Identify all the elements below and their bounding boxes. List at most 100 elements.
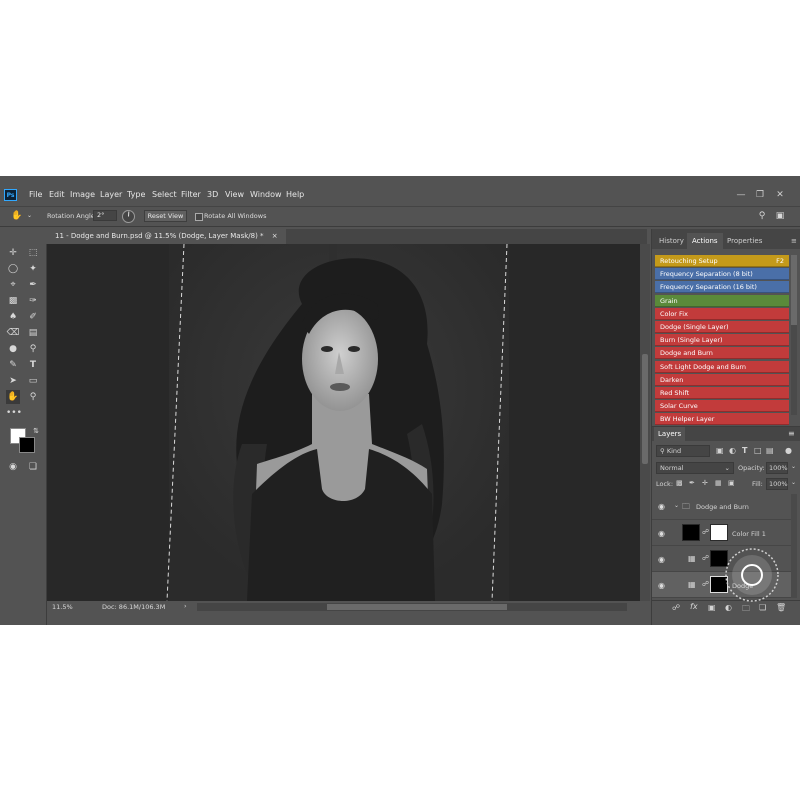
filter-shape-icon[interactable]: □ <box>754 446 762 455</box>
rotate-view-tool-icon[interactable]: ✋ <box>10 209 24 223</box>
tab-layers[interactable]: Layers <box>654 427 686 441</box>
fx-icon[interactable]: fx <box>690 602 698 611</box>
lock-pixels-icon[interactable]: ✒ <box>689 479 695 487</box>
action-item[interactable]: BW Helper Layer <box>655 413 789 426</box>
horizontal-scroll-thumb[interactable] <box>327 604 507 610</box>
tab-actions[interactable]: Actions <box>687 233 723 249</box>
quick-mask-icon[interactable]: ◉ <box>6 460 20 474</box>
vertical-scroll-thumb[interactable] <box>642 354 648 464</box>
panel-menu-icon[interactable]: ≡ <box>786 233 800 249</box>
action-item[interactable]: Red Shift <box>655 387 789 399</box>
menu-select[interactable]: Select <box>152 190 177 199</box>
rotate-all-windows-checkbox[interactable] <box>195 213 203 221</box>
lock-transparency-icon[interactable]: ▩ <box>676 479 683 487</box>
path-selection-tool-icon[interactable]: ➤ <box>6 374 20 388</box>
eraser-tool-icon[interactable]: ⌫ <box>6 326 20 340</box>
menu-layer[interactable]: Layer <box>100 190 122 199</box>
rotation-angle-input[interactable]: 2° <box>93 210 117 221</box>
lock-artboard-icon[interactable]: ▦ <box>715 479 722 487</box>
new-group-icon[interactable]: 🗀 <box>742 603 750 617</box>
move-tool-icon[interactable]: ✛ <box>6 246 20 260</box>
action-item[interactable]: Frequency Separation (16 bit) <box>655 281 789 294</box>
marquee-tool-icon[interactable]: ⬚ <box>26 246 40 260</box>
eyedropper-tool-icon[interactable]: ✒ <box>26 278 40 292</box>
layers-menu-icon[interactable]: ≡ <box>788 429 795 438</box>
opacity-chevron-icon[interactable]: ⌄ <box>791 463 796 470</box>
opacity-input[interactable]: 100% <box>766 462 788 474</box>
actions-scrollbar[interactable] <box>791 255 797 415</box>
zoom-level[interactable]: 11.5% <box>52 603 73 611</box>
filter-toggle-icon[interactable]: ● <box>785 446 792 455</box>
menu-view[interactable]: View <box>225 190 244 199</box>
expand-chevron-icon[interactable]: ⌄ <box>674 502 679 509</box>
filter-type-icon[interactable]: T <box>742 446 747 455</box>
actions-scroll-thumb[interactable] <box>791 255 797 325</box>
reset-view-button[interactable]: Reset View <box>144 210 187 222</box>
more-tools-icon[interactable]: ••• <box>6 406 22 420</box>
gradient-tool-icon[interactable]: ▤ <box>26 326 40 340</box>
link-layers-icon[interactable]: ☍ <box>672 603 680 612</box>
action-item[interactable]: Frequency Separation (8 bit) <box>655 268 789 281</box>
action-item[interactable]: Dodge and Burn <box>655 347 789 360</box>
status-arrow-icon[interactable]: › <box>184 602 187 610</box>
lasso-tool-icon[interactable]: ◯ <box>6 262 20 276</box>
visibility-eye-icon[interactable]: ◉ <box>658 502 668 511</box>
background-color-swatch[interactable] <box>19 437 35 453</box>
action-item[interactable]: Burn (Single Layer) <box>655 334 789 347</box>
layers-scrollbar[interactable] <box>791 494 797 598</box>
close-icon[interactable]: ✕ <box>773 188 787 202</box>
layer-group-dodge-and-burn[interactable]: ◉ ⌄ 🗀 Dodge and Burn <box>652 494 797 520</box>
lock-all-icon[interactable]: ▣ <box>728 479 735 487</box>
menu-image[interactable]: Image <box>70 190 95 199</box>
tool-preset-chevron-icon[interactable]: ⌄ <box>27 212 32 219</box>
quick-selection-tool-icon[interactable]: ✦ <box>26 262 40 276</box>
history-brush-tool-icon[interactable]: ✐ <box>26 310 40 324</box>
tab-history[interactable]: History <box>654 233 689 249</box>
close-tab-icon[interactable]: × <box>272 232 278 240</box>
action-item[interactable]: Darken <box>655 373 789 386</box>
fill-chevron-icon[interactable]: ⌄ <box>791 479 796 486</box>
clone-stamp-tool-icon[interactable]: ♠ <box>6 310 20 324</box>
rotate-view-tool-icon-active[interactable]: ✋ <box>6 390 20 404</box>
blend-mode-select[interactable]: Normal ⌄ <box>656 462 734 474</box>
blur-tool-icon[interactable]: ● <box>6 342 20 356</box>
menu-edit[interactable]: Edit <box>49 190 65 199</box>
menu-file[interactable]: File <box>29 190 42 199</box>
action-item[interactable]: Grain <box>655 294 789 307</box>
rectangle-tool-icon[interactable]: ▭ <box>26 374 40 388</box>
healing-brush-tool-icon[interactable]: ▩ <box>6 294 20 308</box>
visibility-eye-icon[interactable]: ◉ <box>658 529 668 538</box>
workspace-icon[interactable]: ▣ <box>773 209 787 223</box>
restore-icon[interactable]: ❐ <box>753 188 767 202</box>
action-item[interactable]: Soft Light Dodge and Burn <box>655 360 789 373</box>
search-icon[interactable]: ⚲ <box>755 209 769 223</box>
brush-tool-icon[interactable]: ✑ <box>26 294 40 308</box>
action-item[interactable]: Retouching Setup F2 <box>655 255 789 267</box>
dodge-tool-icon[interactable]: ⚲ <box>26 342 40 356</box>
document-canvas[interactable] <box>47 244 640 601</box>
horizontal-scrollbar[interactable] <box>197 603 627 611</box>
lock-position-icon[interactable]: ✛ <box>702 479 708 487</box>
canvas-vertical-scrollbar[interactable] <box>640 244 650 601</box>
fill-input[interactable]: 100% <box>766 478 788 490</box>
swap-colors-icon[interactable]: ⇅ <box>29 424 43 438</box>
rotation-dial-icon[interactable] <box>121 209 136 224</box>
layer-filter-select[interactable]: ⚲ Kind <box>656 445 710 457</box>
menu-type[interactable]: Type <box>127 190 145 199</box>
action-item[interactable]: Solar Curve <box>655 400 789 413</box>
visibility-eye-icon[interactable]: ◉ <box>658 555 668 564</box>
layer-color-fill-1[interactable]: ◉ ☍ Color Fill 1 <box>652 520 797 546</box>
screen-mode-icon[interactable]: ❏ <box>26 460 40 474</box>
minimize-icon[interactable]: — <box>734 188 748 202</box>
filter-smart-object-icon[interactable]: ▤ <box>766 446 774 455</box>
pen-tool-icon[interactable]: ✎ <box>6 358 20 372</box>
menu-help[interactable]: Help <box>286 190 304 199</box>
tab-properties[interactable]: Properties <box>722 233 767 249</box>
document-tab[interactable]: 11 - Dodge and Burn.psd @ 11.5% (Dodge, … <box>47 229 286 244</box>
visibility-eye-icon[interactable]: ◉ <box>658 581 668 590</box>
crop-tool-icon[interactable]: ⌖ <box>6 278 20 292</box>
action-item[interactable]: Dodge (Single Layer) <box>655 321 789 333</box>
add-mask-icon[interactable]: ▣ <box>708 603 716 612</box>
menu-3d[interactable]: 3D <box>207 190 218 199</box>
filter-pixel-icon[interactable]: ▣ <box>716 446 724 455</box>
